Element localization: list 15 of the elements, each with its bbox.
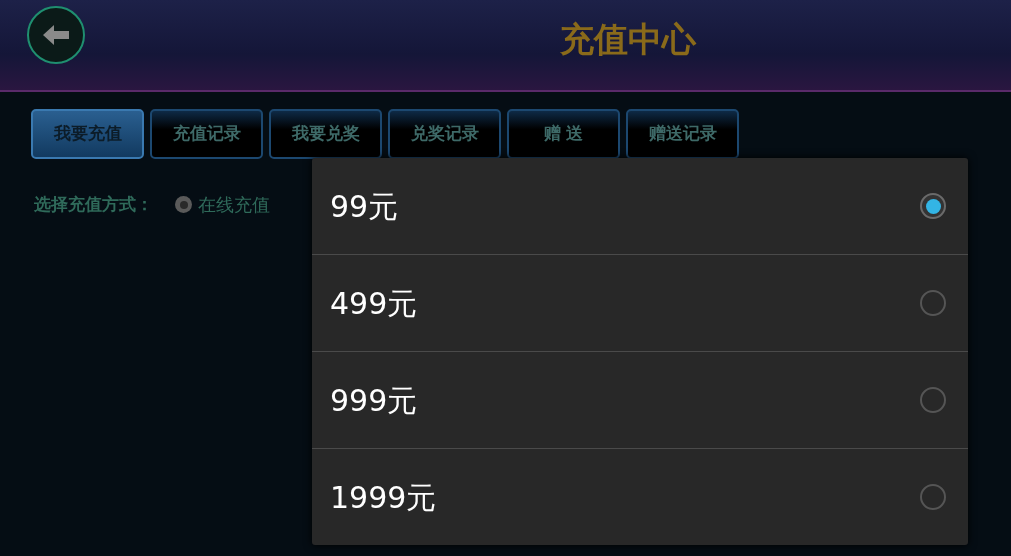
amount-option[interactable]: 99元 (312, 158, 968, 254)
amount-option[interactable]: 1999元 (312, 448, 968, 545)
page-title: 充值中心 (560, 18, 696, 61)
radio-option[interactable]: 在线充值 (175, 191, 270, 218)
tab[interactable]: 兑奖记录 (388, 109, 501, 159)
back-button[interactable] (27, 6, 85, 64)
tab[interactable]: 赠送记录 (626, 109, 739, 159)
amount-option[interactable]: 499元 (312, 254, 968, 351)
tab[interactable]: 赠 送 (507, 109, 620, 159)
tab[interactable]: 充值记录 (150, 109, 263, 159)
amount-option[interactable]: 999元 (312, 351, 968, 448)
tab[interactable]: 我要兑奖 (269, 109, 382, 159)
tab[interactable]: 我要充值 (31, 109, 144, 159)
payment-method-label: 选择充值方式： (34, 192, 153, 216)
back-arrow-icon (41, 23, 71, 47)
